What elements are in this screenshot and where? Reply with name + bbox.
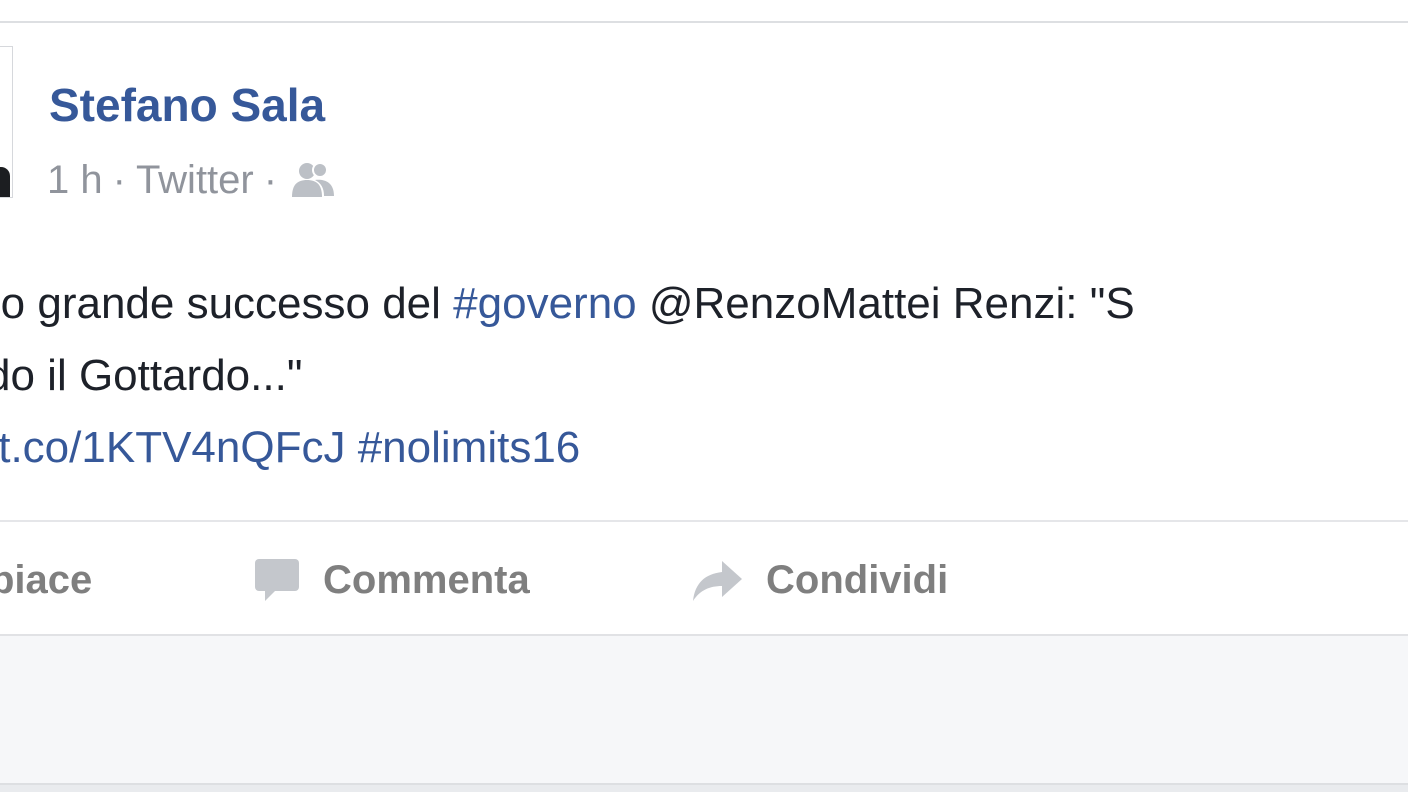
- like-label: piace: [0, 557, 93, 602]
- author-name[interactable]: Stefano Sala: [49, 82, 325, 128]
- post-text-line: /t.co/1KTV4nQFcJ #nolimits16: [0, 412, 1135, 484]
- comment-label: Commenta: [323, 557, 530, 602]
- avatar[interactable]: [0, 46, 13, 198]
- share-label: Condividi: [766, 557, 949, 602]
- hashtag-link[interactable]: #nolimits16: [358, 423, 581, 472]
- post-source[interactable]: Twitter: [136, 160, 254, 200]
- hashtag-link[interactable]: #governo: [453, 279, 636, 328]
- feed-background: [0, 785, 1408, 792]
- comment-icon: [255, 559, 299, 601]
- post-timestamp[interactable]: 1 h: [47, 160, 103, 200]
- text-segment: @RenzoMattei Renzi: "S: [636, 279, 1135, 328]
- post-text-line: do il Gottardo...": [0, 351, 303, 400]
- post-text-line: ro grande successo del #governo @RenzoMa…: [0, 268, 1135, 340]
- friends-icon[interactable]: [289, 160, 337, 200]
- share-arrow-icon: [693, 561, 742, 601]
- comment-button[interactable]: Commenta: [253, 548, 530, 612]
- post-text: ro grande successo del #governo @RenzoMa…: [0, 268, 1135, 484]
- meta-separator: ·: [263, 158, 278, 202]
- actions-divider: [0, 520, 1408, 522]
- text-segment: ro grande successo del: [0, 279, 454, 328]
- comments-area: [0, 636, 1408, 783]
- share-button[interactable]: Condividi: [690, 548, 948, 612]
- meta-separator: ·: [112, 158, 126, 202]
- post-meta: 1 h · Twitter ·: [47, 157, 337, 203]
- like-button[interactable]: piace: [0, 548, 92, 612]
- avatar-figure: [0, 167, 10, 197]
- previous-story-edge: [0, 0, 1408, 23]
- tweet-url-link[interactable]: /t.co/1KTV4nQFcJ: [0, 423, 345, 472]
